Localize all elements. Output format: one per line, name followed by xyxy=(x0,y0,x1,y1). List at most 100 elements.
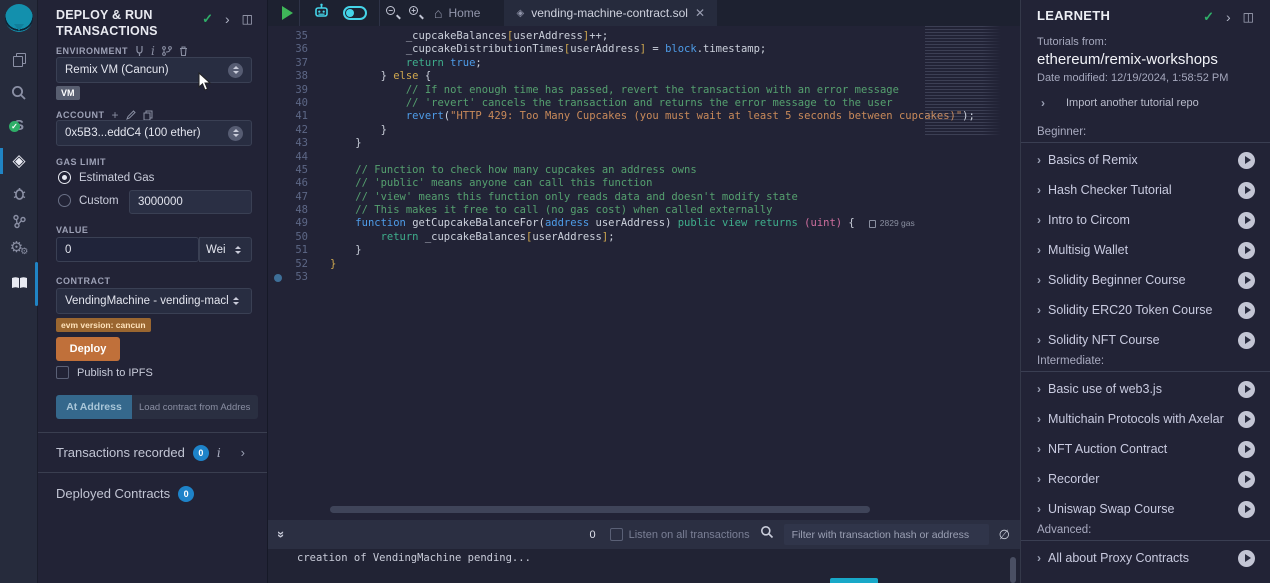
line-number[interactable]: 40 xyxy=(268,97,330,110)
vm-fork-icon[interactable] xyxy=(162,46,172,56)
code-line[interactable]: 50 return _cupcakeBalances[userAddress]; xyxy=(268,231,1020,244)
publish-ipfs-row[interactable]: Publish to IPFS xyxy=(56,366,153,379)
line-number[interactable]: 43 xyxy=(268,137,330,150)
play-tutorial-icon[interactable] xyxy=(1238,471,1255,488)
tutorial-item[interactable]: ›Intro to Circom xyxy=(1021,205,1270,235)
line-number[interactable]: 51 xyxy=(268,244,330,257)
code-line[interactable]: 53 xyxy=(268,271,1020,284)
learneth-book-icon[interactable] xyxy=(0,268,38,298)
custom-gas-option[interactable]: Custom xyxy=(58,194,119,207)
deploy-run-icon[interactable]: ◈ xyxy=(0,146,38,176)
estimated-gas-option[interactable]: Estimated Gas xyxy=(58,171,154,184)
zoom-out-icon[interactable]: − xyxy=(386,6,401,21)
zoom-in-icon[interactable]: + xyxy=(409,6,424,21)
value-unit-select[interactable]: Wei xyxy=(199,237,252,262)
at-address-button[interactable]: At Address xyxy=(56,395,132,419)
contract-select[interactable]: VendingMachine - vending-machin xyxy=(56,288,252,314)
play-tutorial-icon[interactable] xyxy=(1238,182,1255,199)
code-line[interactable]: 52} xyxy=(268,258,1020,271)
tutorial-item[interactable]: ›All about Proxy Contracts xyxy=(1021,543,1270,573)
line-number[interactable]: 52 xyxy=(268,258,330,271)
tutorial-item[interactable]: ›Multisig Wallet xyxy=(1021,235,1270,265)
tab-file[interactable]: ◈ vending-machine-contract.sol ✕ xyxy=(504,0,717,26)
tutorial-item[interactable]: ›Solidity ERC20 Token Course xyxy=(1021,295,1270,325)
line-number[interactable]: 35 xyxy=(268,30,330,43)
tutorial-item[interactable]: ›Uniswap Swap Course xyxy=(1021,494,1270,524)
close-tab-icon[interactable]: ✕ xyxy=(695,6,705,20)
clear-console-icon[interactable]: ∅ xyxy=(999,527,1010,543)
line-number[interactable]: 53 xyxy=(268,271,330,284)
code-line[interactable]: 36 _cupcakeDistributionTimes[userAddress… xyxy=(268,43,1020,56)
tutorial-item[interactable]: ›Hash Checker Tutorial xyxy=(1021,175,1270,205)
tutorial-item[interactable]: ›Multichain Protocols with Axelar xyxy=(1021,404,1270,434)
tutorial-item[interactable]: ›Basics of Remix xyxy=(1021,145,1270,175)
code-line[interactable]: 47 // 'view' means this function only re… xyxy=(268,191,1020,204)
play-tutorial-icon[interactable] xyxy=(1238,302,1255,319)
line-number[interactable]: 48 xyxy=(268,204,330,217)
transactions-recorded-section[interactable]: Transactions recorded 0 i › xyxy=(38,432,267,472)
tutorial-item[interactable]: ›Recorder xyxy=(1021,464,1270,494)
solidity-compiler-icon[interactable]: S✓ xyxy=(0,110,38,140)
copy-account-icon[interactable] xyxy=(143,110,153,120)
search-icon[interactable] xyxy=(0,78,38,108)
publish-ipfs-checkbox[interactable] xyxy=(56,366,69,379)
delete-states-icon[interactable] xyxy=(179,46,188,56)
play-tutorial-icon[interactable] xyxy=(1238,550,1255,567)
editor-minimap[interactable] xyxy=(925,26,1005,136)
copilot-toggle[interactable] xyxy=(343,6,367,20)
deployed-contracts-section[interactable]: Deployed Contracts 0 xyxy=(38,472,267,514)
play-tutorial-icon[interactable] xyxy=(1238,332,1255,349)
terminal-scrollbar[interactable] xyxy=(1010,557,1016,583)
line-number[interactable]: 39 xyxy=(268,84,330,97)
transaction-filter-input[interactable] xyxy=(784,524,989,545)
tutorial-item[interactable]: ›Basic use of web3.js xyxy=(1021,374,1270,404)
listen-all-checkbox[interactable] xyxy=(610,528,623,541)
line-number[interactable]: 42 xyxy=(268,124,330,137)
code-line[interactable]: 38 } else { xyxy=(268,70,1020,83)
code-line[interactable]: 44 xyxy=(268,151,1020,164)
pin-panel-icon[interactable]: ◫ xyxy=(242,12,253,26)
play-tutorial-icon[interactable] xyxy=(1238,212,1255,229)
tutorial-item[interactable]: ›Solidity NFT Course xyxy=(1021,325,1270,355)
collapse-panel-icon[interactable]: › xyxy=(225,11,230,27)
line-number[interactable]: 47 xyxy=(268,191,330,204)
tutorial-item[interactable]: ›Solidity Beginner Course xyxy=(1021,265,1270,295)
code-line[interactable]: 41 revert("HTTP 429: Too Many Cupcakes (… xyxy=(268,110,1020,123)
editor-horizontal-scrollbar[interactable] xyxy=(330,506,870,513)
line-number[interactable]: 38 xyxy=(268,70,330,83)
account-select[interactable]: 0x5B3...eddC4 (100 ether) xyxy=(56,120,252,146)
tab-home[interactable]: ⌂ Home xyxy=(434,5,480,21)
tutorial-item[interactable]: ›NFT Auction Contract xyxy=(1021,434,1270,464)
line-number[interactable]: 41 xyxy=(268,110,330,123)
line-number[interactable]: 45 xyxy=(268,164,330,177)
line-number[interactable]: 46 xyxy=(268,177,330,190)
code-line[interactable]: 48 // This makes it free to call (no gas… xyxy=(268,204,1020,217)
value-input[interactable] xyxy=(56,237,199,262)
plugin-manager-icon[interactable]: ⚙⚙ xyxy=(0,232,38,262)
code-line[interactable]: 37 return true; xyxy=(268,57,1020,70)
code-line[interactable]: 39 // If not enough time has passed, rev… xyxy=(268,84,1020,97)
environment-info-icon[interactable]: i xyxy=(151,44,155,58)
code-editor[interactable]: 35 _cupcakeBalances[userAddress]++;36 _c… xyxy=(268,26,1020,520)
code-line[interactable]: 45 // Function to check how many cupcake… xyxy=(268,164,1020,177)
run-script-icon[interactable] xyxy=(282,6,293,20)
learneth-collapse-icon[interactable]: › xyxy=(1226,9,1231,25)
play-tutorial-icon[interactable] xyxy=(1238,441,1255,458)
ai-copilot-icon[interactable] xyxy=(313,3,330,24)
play-tutorial-icon[interactable] xyxy=(1238,152,1255,169)
custom-gas-radio[interactable] xyxy=(58,194,71,207)
play-tutorial-icon[interactable] xyxy=(1238,501,1255,518)
code-line[interactable]: 42 } xyxy=(268,124,1020,137)
at-address-input[interactable] xyxy=(132,395,258,419)
play-tutorial-icon[interactable] xyxy=(1238,272,1255,289)
file-explorer-icon[interactable] xyxy=(0,44,38,74)
play-tutorial-icon[interactable] xyxy=(1238,242,1255,259)
listen-all-row[interactable]: Listen on all transactions xyxy=(610,528,750,541)
remix-logo-icon[interactable] xyxy=(5,4,33,32)
transactions-expand-icon[interactable]: › xyxy=(241,445,245,460)
import-tutorial-repo[interactable]: › Import another tutorial repo xyxy=(1041,96,1199,110)
play-tutorial-icon[interactable] xyxy=(1238,381,1255,398)
play-tutorial-icon[interactable] xyxy=(1238,411,1255,428)
breakpoint-dot[interactable] xyxy=(274,274,282,282)
custom-gas-input[interactable] xyxy=(129,190,252,214)
